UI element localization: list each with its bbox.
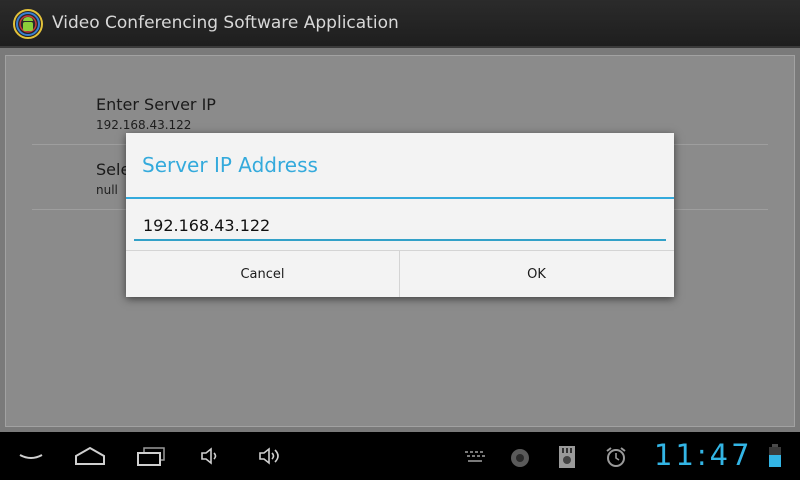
home-icon[interactable]	[74, 446, 106, 466]
ok-button[interactable]: OK	[400, 251, 673, 297]
status-clock: 11:47	[654, 438, 753, 472]
keyboard-icon	[465, 451, 485, 462]
server-ip-dialog: Server IP Address Cancel OK	[126, 133, 674, 297]
pref-server-ip-title: Enter Server IP	[96, 95, 216, 114]
dialog-button-row: Cancel OK	[126, 250, 674, 297]
action-bar: Video Conferencing Software Application	[0, 0, 800, 48]
notification-icon	[511, 449, 529, 467]
sd-card-icon	[559, 446, 575, 468]
volume-down-icon[interactable]	[200, 447, 222, 465]
app-title: Video Conferencing Software Application	[52, 13, 399, 33]
pref-select-summary: null	[96, 183, 118, 197]
back-icon[interactable]	[18, 450, 44, 464]
volume-up-icon[interactable]	[258, 447, 284, 465]
pref-server-ip-summary: 192.168.43.122	[96, 118, 192, 132]
dialog-title-divider	[126, 197, 674, 199]
dialog-title: Server IP Address	[142, 153, 318, 177]
app-icon	[13, 9, 43, 39]
server-ip-input[interactable]	[134, 211, 666, 241]
battery-icon	[769, 444, 781, 467]
recent-apps-icon[interactable]	[136, 446, 166, 466]
alarm-icon	[606, 447, 626, 467]
cancel-button[interactable]: Cancel	[126, 251, 400, 297]
